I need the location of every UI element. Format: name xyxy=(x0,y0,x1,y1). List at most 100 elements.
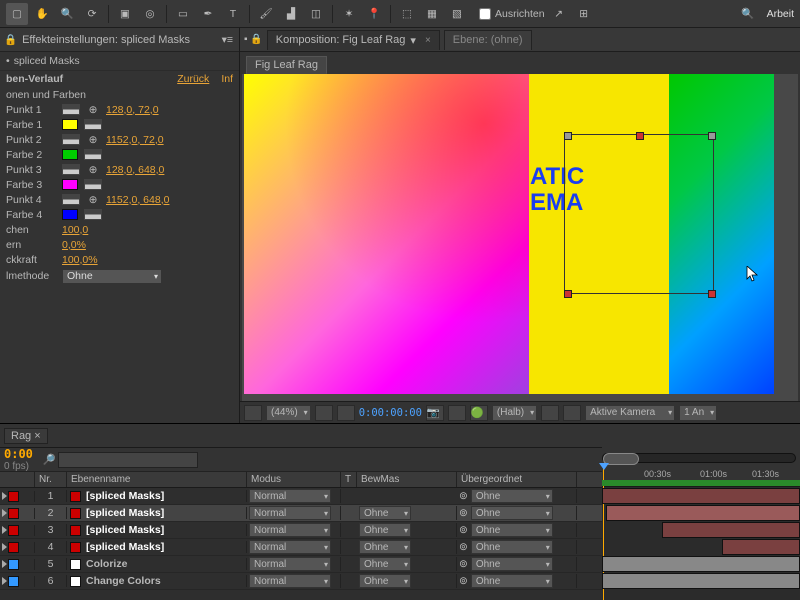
brush-tool[interactable]: 🖌 xyxy=(255,3,277,25)
align-checkbox[interactable]: Ausrichten xyxy=(479,8,545,20)
color-swatch[interactable] xyxy=(62,149,78,160)
current-time[interactable]: 0:00 xyxy=(4,447,33,461)
track-matte-dropdown[interactable]: Ohne xyxy=(359,574,411,588)
layer-name[interactable]: [spliced Masks] xyxy=(86,524,164,536)
timeline-tracks-area[interactable]: 00:30s 01:00s 01:30s xyxy=(602,447,800,600)
clone-tool[interactable]: ▟ xyxy=(280,3,302,25)
panel-menu-icon[interactable]: ▾≡ xyxy=(220,34,235,46)
crosshair-icon[interactable] xyxy=(62,104,80,115)
roto-tool[interactable]: ✶ xyxy=(338,3,360,25)
workspace-label[interactable]: Arbeit xyxy=(767,8,794,20)
transparency-grid-icon[interactable] xyxy=(337,405,355,421)
parent-pickwhip-icon[interactable]: ⊚ xyxy=(459,490,468,502)
layer-name[interactable]: [spliced Masks] xyxy=(86,490,164,502)
prop-value[interactable]: 100,0 xyxy=(62,224,88,236)
about-link[interactable]: Inf xyxy=(221,73,233,85)
parent-pickwhip-icon[interactable]: ⊚ xyxy=(459,524,468,536)
expand-icon[interactable] xyxy=(2,560,7,568)
res-icon[interactable] xyxy=(315,405,333,421)
expand-icon[interactable] xyxy=(2,543,7,551)
expand-icon[interactable] xyxy=(2,492,7,500)
search-help-icon[interactable]: 🔍 xyxy=(737,3,759,25)
eyedropper-icon[interactable] xyxy=(84,149,102,160)
rotate-tool[interactable]: ⟳ xyxy=(81,3,103,25)
puppet-tool[interactable]: 📍 xyxy=(363,3,385,25)
point-picker-icon[interactable]: ⊕ xyxy=(86,134,100,146)
world-axis[interactable]: ▦ xyxy=(421,3,443,25)
zoom-dropdown[interactable]: (44%) xyxy=(266,405,311,421)
blend-mode-dropdown[interactable]: Normal xyxy=(249,540,331,554)
camera-tool[interactable]: ▣ xyxy=(114,3,136,25)
time-navigator[interactable] xyxy=(602,453,796,463)
prop-value[interactable]: 128,0, 72,0 xyxy=(106,104,159,116)
panel-lock-icon[interactable]: 🔒 xyxy=(4,33,17,46)
layer-name[interactable]: [spliced Masks] xyxy=(86,507,164,519)
layer-name[interactable]: Colorize xyxy=(86,558,127,570)
label-color[interactable] xyxy=(8,508,19,519)
track-matte-dropdown[interactable]: Ohne xyxy=(359,557,411,571)
track-matte-dropdown[interactable]: Ohne xyxy=(359,523,411,537)
parent-pickwhip-icon[interactable]: ⊚ xyxy=(459,541,468,553)
layer-bar[interactable] xyxy=(606,505,800,521)
layer-bar[interactable] xyxy=(602,573,800,589)
layer-name[interactable]: Change Colors xyxy=(86,575,161,587)
show-channel-icon[interactable] xyxy=(448,405,466,421)
local-axis[interactable]: ⬚ xyxy=(396,3,418,25)
roi-icon[interactable] xyxy=(541,405,559,421)
layer-name[interactable]: [spliced Masks] xyxy=(86,541,164,553)
parent-pickwhip-icon[interactable]: ⊚ xyxy=(459,558,468,570)
parent-dropdown[interactable]: Ohne xyxy=(471,540,553,554)
hand-tool[interactable]: ✋ xyxy=(31,3,53,25)
parent-dropdown[interactable]: Ohne xyxy=(471,557,553,571)
close-tab-icon[interactable]: × xyxy=(425,35,431,46)
expand-icon[interactable] xyxy=(2,509,7,517)
snap-icon[interactable]: ↗ xyxy=(548,3,570,25)
label-color[interactable] xyxy=(8,525,19,536)
prop-value[interactable]: 1152,0, 72,0 xyxy=(106,134,164,146)
blend-mode-dropdown[interactable]: Normal xyxy=(249,489,331,503)
blend-mode-dropdown[interactable]: Normal xyxy=(249,506,331,520)
parent-dropdown[interactable]: Ohne xyxy=(471,574,553,588)
pan-behind-tool[interactable]: ◎ xyxy=(139,3,161,25)
track-matte-dropdown[interactable]: Ohne xyxy=(359,540,411,554)
grid-icon[interactable] xyxy=(244,405,262,421)
eyedropper-icon[interactable] xyxy=(84,209,102,220)
eyedropper-icon[interactable] xyxy=(84,119,102,130)
prop-value[interactable]: 0,0% xyxy=(62,239,86,251)
timeline-tab[interactable]: Rag× xyxy=(4,428,48,444)
layer-bar[interactable] xyxy=(722,539,800,555)
point-picker-icon[interactable]: ⊕ xyxy=(86,194,100,206)
label-color[interactable] xyxy=(8,576,19,587)
crosshair-icon[interactable] xyxy=(62,134,80,145)
views-dropdown[interactable]: 1 An xyxy=(679,405,717,421)
type-tool[interactable]: T xyxy=(222,3,244,25)
color-mgmt-icon[interactable]: 🟢 xyxy=(470,405,488,421)
crosshair-icon[interactable] xyxy=(62,194,80,205)
snapshot-icon[interactable]: 📷 xyxy=(426,405,444,421)
point-picker-icon[interactable]: ⊕ xyxy=(86,164,100,176)
prop-value[interactable]: 1152,0, 648,0 xyxy=(106,194,169,206)
label-color[interactable] xyxy=(8,559,19,570)
view-axis[interactable]: ▧ xyxy=(446,3,468,25)
parent-pickwhip-icon[interactable]: ⊚ xyxy=(459,507,468,519)
label-color[interactable] xyxy=(8,542,19,553)
eyedropper-icon[interactable] xyxy=(84,179,102,190)
color-swatch[interactable] xyxy=(62,209,78,220)
label-color[interactable] xyxy=(8,491,19,502)
pen-tool[interactable]: ✒ xyxy=(197,3,219,25)
snap-grid-icon[interactable]: ⊞ xyxy=(573,3,595,25)
eraser-tool[interactable]: ◫ xyxy=(305,3,327,25)
color-swatch[interactable] xyxy=(62,119,78,130)
crosshair-icon[interactable] xyxy=(62,164,80,175)
composition-viewer[interactable]: ATICEMA xyxy=(242,74,798,401)
parent-dropdown[interactable]: Ohne xyxy=(471,523,553,537)
prop-value[interactable]: 100,0% xyxy=(62,254,98,266)
track-matte-dropdown[interactable]: Ohne xyxy=(359,506,411,520)
color-swatch[interactable] xyxy=(62,179,78,190)
zoom-tool[interactable]: 🔍 xyxy=(56,3,78,25)
layer-tab[interactable]: Ebene: (ohne) xyxy=(444,30,532,50)
blend-dropdown[interactable]: Ohne xyxy=(62,269,162,284)
parent-pickwhip-icon[interactable]: ⊚ xyxy=(459,575,468,587)
timecode-display[interactable]: 0:00:00:00 xyxy=(359,407,422,419)
point-picker-icon[interactable]: ⊕ xyxy=(86,104,100,116)
